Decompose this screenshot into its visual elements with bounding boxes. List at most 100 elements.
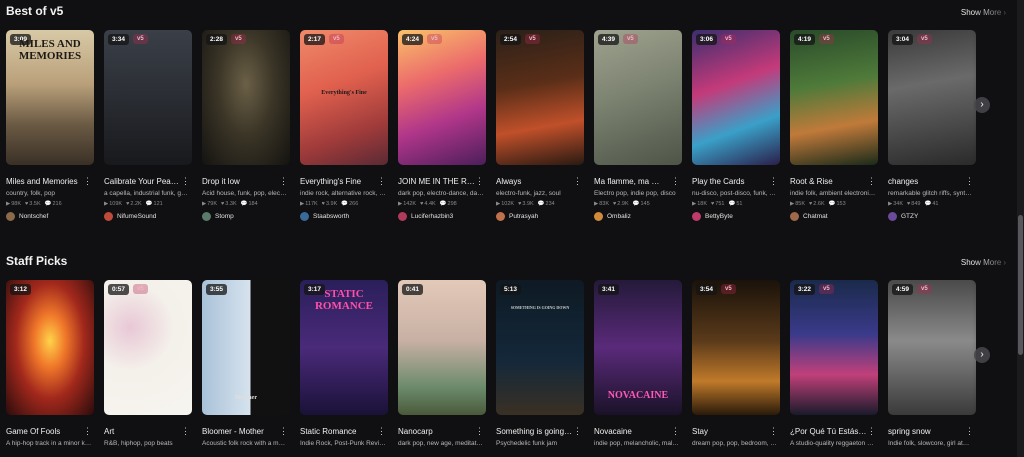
- avatar[interactable]: [594, 212, 603, 221]
- song-title[interactable]: Calibrate Your Peac…: [104, 177, 182, 186]
- author-name[interactable]: BettyByte: [705, 213, 733, 220]
- author[interactable]: Nontschef: [6, 212, 94, 221]
- avatar[interactable]: [202, 212, 211, 221]
- more-options-icon[interactable]: ⋮: [671, 427, 680, 436]
- more-options-icon[interactable]: ⋮: [965, 427, 974, 436]
- cover-art[interactable]: 4:59 v5: [888, 280, 976, 415]
- cover-art[interactable]: 3:04 v5: [888, 30, 976, 165]
- author-name[interactable]: Putrasyah: [509, 213, 538, 220]
- cover-art[interactable]: 5:13 SOMETHING IS GOING DOWN: [496, 280, 584, 415]
- more-options-icon[interactable]: ⋮: [475, 177, 484, 186]
- song-title[interactable]: spring snow: [888, 427, 966, 436]
- song-card[interactable]: 2:28 v5 Drop it low ⋮ Acid house, funk, pop,…: [202, 30, 290, 221]
- song-title[interactable]: Play the Cards: [692, 177, 770, 186]
- scroll-right-button[interactable]: ›: [974, 97, 990, 113]
- song-title[interactable]: Always: [496, 177, 574, 186]
- avatar[interactable]: [300, 212, 309, 221]
- song-title[interactable]: Art: [104, 427, 182, 436]
- show-more-button[interactable]: Show More ›: [961, 8, 1006, 17]
- author-name[interactable]: Stomp: [215, 213, 234, 220]
- more-options-icon[interactable]: ⋮: [573, 427, 582, 436]
- author-name[interactable]: NifumeSound: [117, 213, 156, 220]
- avatar[interactable]: [398, 212, 407, 221]
- cover-art[interactable]: 2:17 v5 Everything's Fine: [300, 30, 388, 165]
- author[interactable]: BettyByte: [692, 212, 780, 221]
- cover-art[interactable]: 2:54 v5: [496, 30, 584, 165]
- cover-art[interactable]: 3:17 STATIC ROMANCE: [300, 280, 388, 415]
- song-title[interactable]: Drop it low: [202, 177, 280, 186]
- cover-art[interactable]: 4:39 v5: [594, 30, 682, 165]
- avatar[interactable]: [496, 212, 505, 221]
- song-card[interactable]: 3:22 v5 ¿Por Qué Tú Estás … ⋮ A studio-quali…: [790, 280, 878, 447]
- more-options-icon[interactable]: ⋮: [377, 427, 386, 436]
- more-options-icon[interactable]: ⋮: [279, 427, 288, 436]
- song-title[interactable]: Static Romance: [300, 427, 378, 436]
- author[interactable]: NifumeSound: [104, 212, 192, 221]
- cover-art[interactable]: 3:06 v5: [692, 30, 780, 165]
- song-card[interactable]: 3:54 v5 Stay ⋮ dream pop, pop, bedroom, …: [692, 280, 780, 447]
- song-title[interactable]: Bloomer - Mother: [202, 427, 280, 436]
- author-name[interactable]: Staabsworth: [313, 213, 349, 220]
- more-options-icon[interactable]: ⋮: [867, 177, 876, 186]
- more-options-icon[interactable]: ⋮: [475, 427, 484, 436]
- cover-art[interactable]: 0:57 v5: [104, 280, 192, 415]
- more-options-icon[interactable]: ⋮: [867, 427, 876, 436]
- cover-art[interactable]: 3:55 Bloomer: [202, 280, 290, 415]
- song-card[interactable]: 2:17 v5 Everything's Fine Everything's Fine…: [300, 30, 388, 221]
- song-title[interactable]: Everything's Fine: [300, 177, 378, 186]
- song-card[interactable]: 4:39 v5 Ma flamme, ma … ⋮ Electro pop, indie…: [594, 30, 682, 221]
- song-card[interactable]: 3:04 v5 changes ⋮ remarkable glitch riffs, s…: [888, 30, 976, 221]
- song-card[interactable]: 3:41 NOVACAINE Novacaine ⋮ indie pop, melanc…: [594, 280, 682, 447]
- more-options-icon[interactable]: ⋮: [181, 427, 190, 436]
- more-options-icon[interactable]: ⋮: [83, 177, 92, 186]
- scroll-right-button[interactable]: ›: [974, 347, 990, 363]
- song-title[interactable]: Something is going …: [496, 427, 574, 436]
- more-options-icon[interactable]: ⋮: [83, 427, 92, 436]
- song-title[interactable]: Nanocarp: [398, 427, 476, 436]
- song-card[interactable]: 4:24 v5 JOIN ME IN THE RI… ⋮ dark pop, elect…: [398, 30, 486, 221]
- cover-art[interactable]: 3:41 NOVACAINE: [594, 280, 682, 415]
- song-card[interactable]: 5:13 SOMETHING IS GOING DOWN Something is …: [496, 280, 584, 447]
- author[interactable]: Ombaliz: [594, 212, 682, 221]
- song-title[interactable]: Game Of Fools: [6, 427, 84, 436]
- more-options-icon[interactable]: ⋮: [377, 177, 386, 186]
- song-title[interactable]: changes: [888, 177, 966, 186]
- avatar[interactable]: [888, 212, 897, 221]
- song-title[interactable]: ¿Por Qué Tú Estás …: [790, 427, 868, 436]
- cover-art[interactable]: 2:28 v5: [202, 30, 290, 165]
- song-card[interactable]: 3:09 MILES AND MEMORIES Miles and Memories…: [6, 30, 94, 221]
- author-name[interactable]: GTZY: [901, 213, 918, 220]
- song-card[interactable]: 4:59 v5 spring snow ⋮ Indie folk, slowcore, …: [888, 280, 976, 447]
- page-scrollbar[interactable]: [1017, 0, 1024, 457]
- song-title[interactable]: Root & Rise: [790, 177, 868, 186]
- song-card[interactable]: 4:19 v5 Root & Rise ⋮ indie folk, ambient el…: [790, 30, 878, 221]
- avatar[interactable]: [790, 212, 799, 221]
- song-title[interactable]: Ma flamme, ma …: [594, 177, 672, 186]
- song-title[interactable]: Novacaine: [594, 427, 672, 436]
- cover-art[interactable]: 4:24 v5: [398, 30, 486, 165]
- more-options-icon[interactable]: ⋮: [769, 177, 778, 186]
- avatar[interactable]: [6, 212, 15, 221]
- song-card[interactable]: 0:41 Nanocarp ⋮ dark pop, new age, meditati…: [398, 280, 486, 447]
- author[interactable]: Luciferhazbin3: [398, 212, 486, 221]
- more-options-icon[interactable]: ⋮: [769, 427, 778, 436]
- more-options-icon[interactable]: ⋮: [279, 177, 288, 186]
- song-card[interactable]: 3:34 v5 Calibrate Your Peac… ⋮ a capella, in…: [104, 30, 192, 221]
- song-card[interactable]: 3:06 v5 Play the Cards ⋮ nu-disco, post-disc…: [692, 30, 780, 221]
- author-name[interactable]: Nontschef: [19, 213, 48, 220]
- author[interactable]: Putrasyah: [496, 212, 584, 221]
- song-card[interactable]: 0:57 v5 Art ⋮ R&B, hiphop, pop beats: [104, 280, 192, 447]
- cover-art[interactable]: 3:34 v5: [104, 30, 192, 165]
- more-options-icon[interactable]: ⋮: [181, 177, 190, 186]
- cover-art[interactable]: 3:54 v5: [692, 280, 780, 415]
- author[interactable]: Staabsworth: [300, 212, 388, 221]
- song-card[interactable]: 3:12 Game Of Fools ⋮ A hip-hop track in a m…: [6, 280, 94, 447]
- cover-art[interactable]: 4:19 v5: [790, 30, 878, 165]
- more-options-icon[interactable]: ⋮: [671, 177, 680, 186]
- cover-art[interactable]: 0:41: [398, 280, 486, 415]
- author-name[interactable]: Chatmat: [803, 213, 828, 220]
- song-card[interactable]: 2:54 v5 Always ⋮ electro-funk, jazz, soul ▶10…: [496, 30, 584, 221]
- author[interactable]: GTZY: [888, 212, 976, 221]
- author-name[interactable]: Ombaliz: [607, 213, 631, 220]
- author-name[interactable]: Luciferhazbin3: [411, 213, 453, 220]
